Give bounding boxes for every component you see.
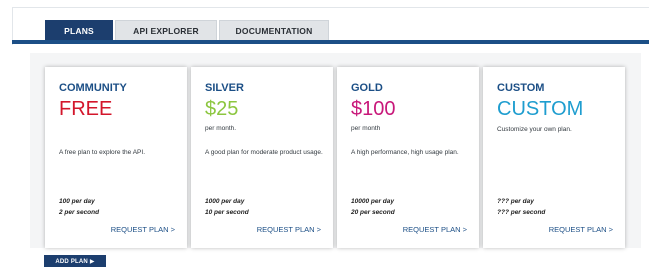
request-plan-link[interactable]: REQUEST PLAN > xyxy=(549,225,613,234)
plan-period: per month. xyxy=(205,125,237,132)
plan-name: GOLD xyxy=(351,82,383,94)
plan-description: A high performance, high usage plan. xyxy=(351,149,459,156)
request-plan-link[interactable]: REQUEST PLAN > xyxy=(403,225,467,234)
page: PLANS API EXPLORER DOCUMENTATION COMMUNI… xyxy=(0,0,649,270)
tab-underline xyxy=(12,40,649,44)
add-plan-button[interactable]: ADD PLAN ▶ xyxy=(44,255,106,267)
request-plan-link[interactable]: REQUEST PLAN > xyxy=(257,225,321,234)
plan-price: $100 xyxy=(351,98,396,120)
plan-card-silver: SILVER $25 per month. A good plan for mo… xyxy=(191,67,333,248)
plan-period: per month xyxy=(351,125,381,132)
plan-description: Customize your own plan. xyxy=(497,126,572,133)
plan-daily-limit: 1000 per day xyxy=(205,198,245,205)
plan-card-custom: CUSTOM CUSTOM Customize your own plan. ?… xyxy=(483,67,625,248)
plan-daily-limit: 100 per day xyxy=(59,198,95,205)
tab-bar: PLANS API EXPLORER DOCUMENTATION xyxy=(45,20,329,41)
plan-rate-limit: 10 per second xyxy=(205,209,249,216)
plan-rate-limit: 20 per second xyxy=(351,209,395,216)
plan-price: $25 xyxy=(205,98,239,120)
plan-card-community: COMMUNITY FREE A free plan to explore th… xyxy=(45,67,187,248)
plan-rate-limit: 2 per second xyxy=(59,209,100,216)
plan-card-gold: GOLD $100 per month A high performance, … xyxy=(337,67,479,248)
plan-name: COMMUNITY xyxy=(59,82,127,94)
plan-name: CUSTOM xyxy=(497,82,545,94)
plan-daily-limit: 10000 per day xyxy=(351,198,395,205)
tab-plans[interactable]: PLANS xyxy=(45,20,113,41)
plan-price: FREE xyxy=(59,98,113,120)
plan-rate-limit: ??? per second xyxy=(497,209,546,216)
divider xyxy=(12,7,649,8)
plan-description: A good plan for moderate product usage. xyxy=(205,149,323,156)
plan-name: SILVER xyxy=(205,82,244,94)
request-plan-link[interactable]: REQUEST PLAN > xyxy=(111,225,175,234)
tab-documentation[interactable]: DOCUMENTATION xyxy=(219,20,329,41)
plan-description: A free plan to explore the API. xyxy=(59,149,146,156)
plan-price: CUSTOM xyxy=(497,98,584,120)
plan-daily-limit: ??? per day xyxy=(497,198,534,205)
tab-api-explorer[interactable]: API EXPLORER xyxy=(115,20,217,41)
